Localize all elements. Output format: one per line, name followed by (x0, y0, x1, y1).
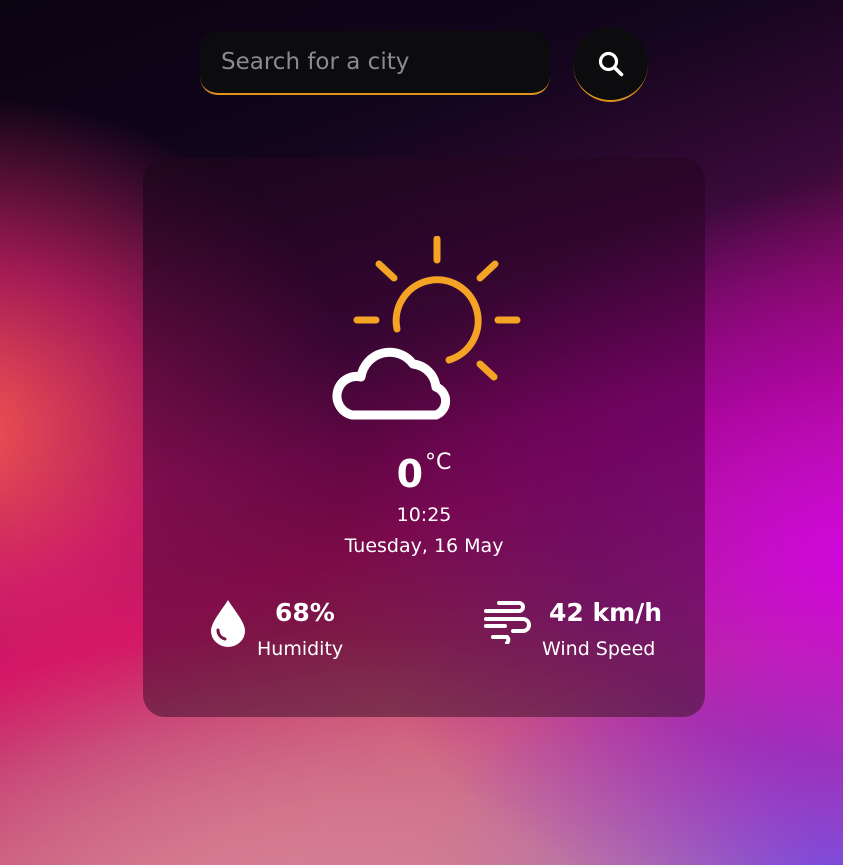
humidity-value: 68% (275, 598, 335, 627)
search-button[interactable] (573, 27, 648, 102)
water-drop-icon (211, 600, 245, 647)
weather-card: 0°C 10:25 Tuesday, 16 May 68% Humidity 4… (143, 158, 705, 717)
current-date: Tuesday, 16 May (344, 535, 504, 557)
wind-value: 42 km/h (549, 598, 663, 627)
search-icon (598, 51, 623, 76)
temperature-unit: °C (425, 450, 452, 475)
humidity-detail: 68% Humidity (208, 598, 358, 668)
wind-detail: 42 km/h Wind Speed (483, 598, 683, 668)
current-time: 10:25 (396, 504, 452, 526)
partly-cloudy-icon (332, 236, 521, 420)
wind-icon (484, 601, 531, 644)
temperature-value: 0 (396, 452, 424, 496)
search-input[interactable] (219, 48, 543, 76)
search-bar (0, 0, 843, 110)
temperature: 0°C (143, 450, 705, 496)
wind-label: Wind Speed (542, 638, 656, 660)
search-box (200, 31, 550, 95)
humidity-label: Humidity (257, 638, 344, 660)
